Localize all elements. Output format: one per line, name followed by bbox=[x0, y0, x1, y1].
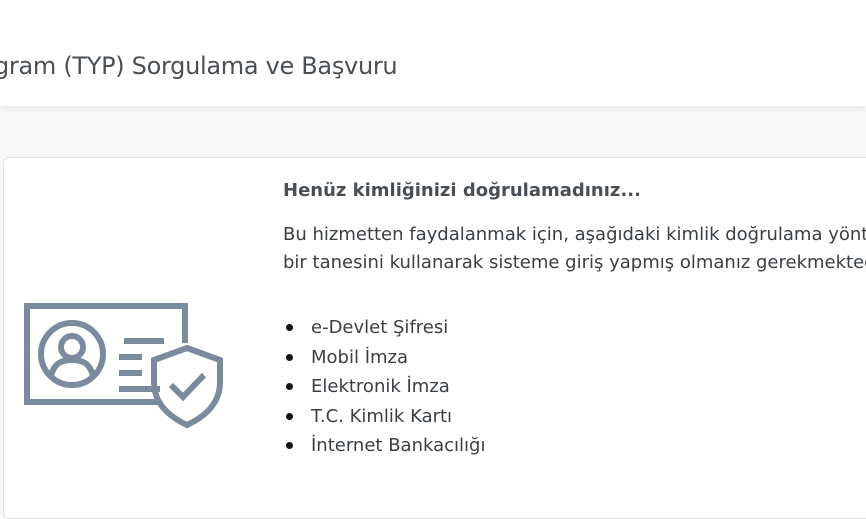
page-title: gram (TYP) Sorgulama ve Başvuru bbox=[0, 52, 398, 80]
notice-body-line: Bu hizmetten faydalanmak için, aşağıdaki… bbox=[283, 224, 866, 245]
bullet-icon bbox=[286, 353, 293, 361]
auth-method-label: e-Devlet Şifresi bbox=[311, 317, 449, 338]
bullet-icon bbox=[286, 442, 293, 449]
auth-method-internet-banking: İnternet Bankacılığı bbox=[283, 431, 866, 461]
auth-method-label: Elektronik İmza bbox=[311, 376, 450, 397]
notice-body-line: bir tanesini kullanarak sisteme giriş ya… bbox=[283, 252, 866, 273]
page-header: gram (TYP) Sorgulama ve Başvuru bbox=[0, 0, 866, 106]
notice-content: Henüz kimliğinizi doğrulamadınız... Bu h… bbox=[283, 180, 866, 461]
auth-method-id-card: T.C. Kimlik Kartı bbox=[283, 402, 866, 432]
auth-method-label: İnternet Bankacılığı bbox=[311, 435, 486, 456]
auth-method-edevlet: e-Devlet Şifresi bbox=[283, 313, 866, 343]
bullet-icon bbox=[286, 412, 293, 420]
auth-required-panel: Henüz kimliğinizi doğrulamadınız... Bu h… bbox=[3, 157, 866, 519]
auth-method-label: Mobil İmza bbox=[311, 346, 409, 368]
auth-method-e-signature: Elektronik İmza bbox=[283, 372, 866, 402]
notice-body: Bu hizmetten faydalanmak için, aşağıdaki… bbox=[283, 221, 866, 277]
bullet-icon bbox=[286, 383, 293, 390]
auth-method-label: T.C. Kimlik Kartı bbox=[311, 405, 453, 427]
notice-title: Henüz kimliğinizi doğrulamadınız... bbox=[283, 180, 641, 201]
auth-method-mobile-signature: Mobil İmza bbox=[283, 343, 866, 373]
bullet-icon bbox=[286, 324, 293, 331]
id-card-shield-icon bbox=[24, 303, 223, 429]
auth-method-list: e-Devlet Şifresi Mobil İmza Elektronik İ… bbox=[283, 313, 866, 461]
